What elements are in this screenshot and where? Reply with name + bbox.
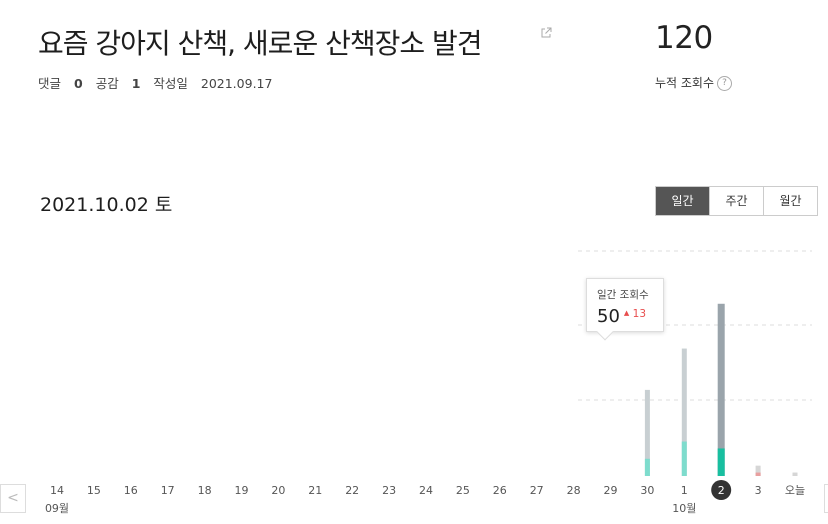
x-tick-label: 오늘	[785, 484, 805, 497]
bar-new-2	[717, 448, 725, 476]
x-tick-label: 17	[161, 484, 175, 497]
x-tick-label: 18	[198, 484, 212, 497]
total-views-value: 120	[655, 20, 713, 56]
x-tick-label: 19	[235, 484, 249, 497]
x-tick-label: 29	[604, 484, 618, 497]
next-period-button[interactable]: >	[824, 484, 828, 513]
post-title: 요즘 강아지 산책, 새로운 산책장소 발견	[38, 27, 483, 60]
comments-label: 댓글	[38, 76, 62, 91]
post-meta: 댓글 0 공감 1 작성일 2021.09.17	[38, 73, 290, 92]
written-date: 2021.09.17	[200, 76, 273, 91]
prev-period-button[interactable]: <	[0, 484, 26, 513]
x-tick-label: 14	[50, 484, 64, 497]
tab-monthly[interactable]: 월간	[763, 187, 817, 215]
x-tick-label: 30	[640, 484, 654, 497]
tab-daily[interactable]: 일간	[656, 187, 709, 215]
bar-new-3	[755, 472, 761, 476]
x-tick-label: 26	[493, 484, 507, 497]
x-tick-label: 28	[567, 484, 581, 497]
up-arrow-icon: ▲	[623, 309, 630, 317]
month-label: 10월	[672, 502, 696, 515]
x-tick-label: 15	[87, 484, 101, 497]
x-tick-label: 1	[681, 484, 688, 497]
tab-weekly[interactable]: 주간	[709, 187, 763, 215]
tooltip-label: 일간 조회수	[597, 289, 649, 301]
x-tick-label: 3	[755, 484, 762, 497]
likes-label: 공감	[95, 76, 119, 91]
x-tick-label: 25	[456, 484, 470, 497]
likes-count: 1	[131, 76, 141, 91]
bar-new-30	[644, 458, 650, 476]
external-link-icon[interactable]	[540, 27, 552, 39]
total-views-label-wrap: 누적 조회수?	[655, 74, 733, 91]
chevron-left-icon: <	[7, 490, 19, 506]
tooltip-change: ▲ 13	[624, 308, 646, 320]
x-tick-label: 20	[271, 484, 285, 497]
x-tick-label: 16	[124, 484, 138, 497]
views-chart: 14 15 16 17 18 19 20 21 22 23 24 25 26 27 28 29 30 1 2 3 오늘0…	[45, 250, 812, 515]
selected-date: 2021.10.02 토	[40, 194, 173, 216]
month-label: 09월	[45, 502, 69, 515]
x-tick-label: 21	[308, 484, 322, 497]
x-tick-label: 2	[718, 484, 725, 497]
total-views-label: 누적 조회수	[655, 76, 715, 90]
bar-total-오늘	[792, 472, 798, 476]
bar-new-1	[681, 441, 687, 476]
x-tick-label: 24	[419, 484, 433, 497]
comments-count: 0	[74, 76, 83, 91]
tooltip-change-value: 13	[632, 308, 647, 320]
help-icon[interactable]: ?	[717, 76, 733, 91]
x-tick-label: 22	[345, 484, 359, 497]
views-tooltip: 일간 조회수 50 ▲ 13	[586, 278, 664, 341]
written-label: 작성일	[153, 76, 188, 91]
x-tick-label: 27	[530, 484, 544, 497]
x-tick-label: 23	[382, 484, 396, 497]
period-tabs: 일간 주간 월간	[655, 186, 818, 216]
tooltip-value: 50	[597, 306, 620, 327]
